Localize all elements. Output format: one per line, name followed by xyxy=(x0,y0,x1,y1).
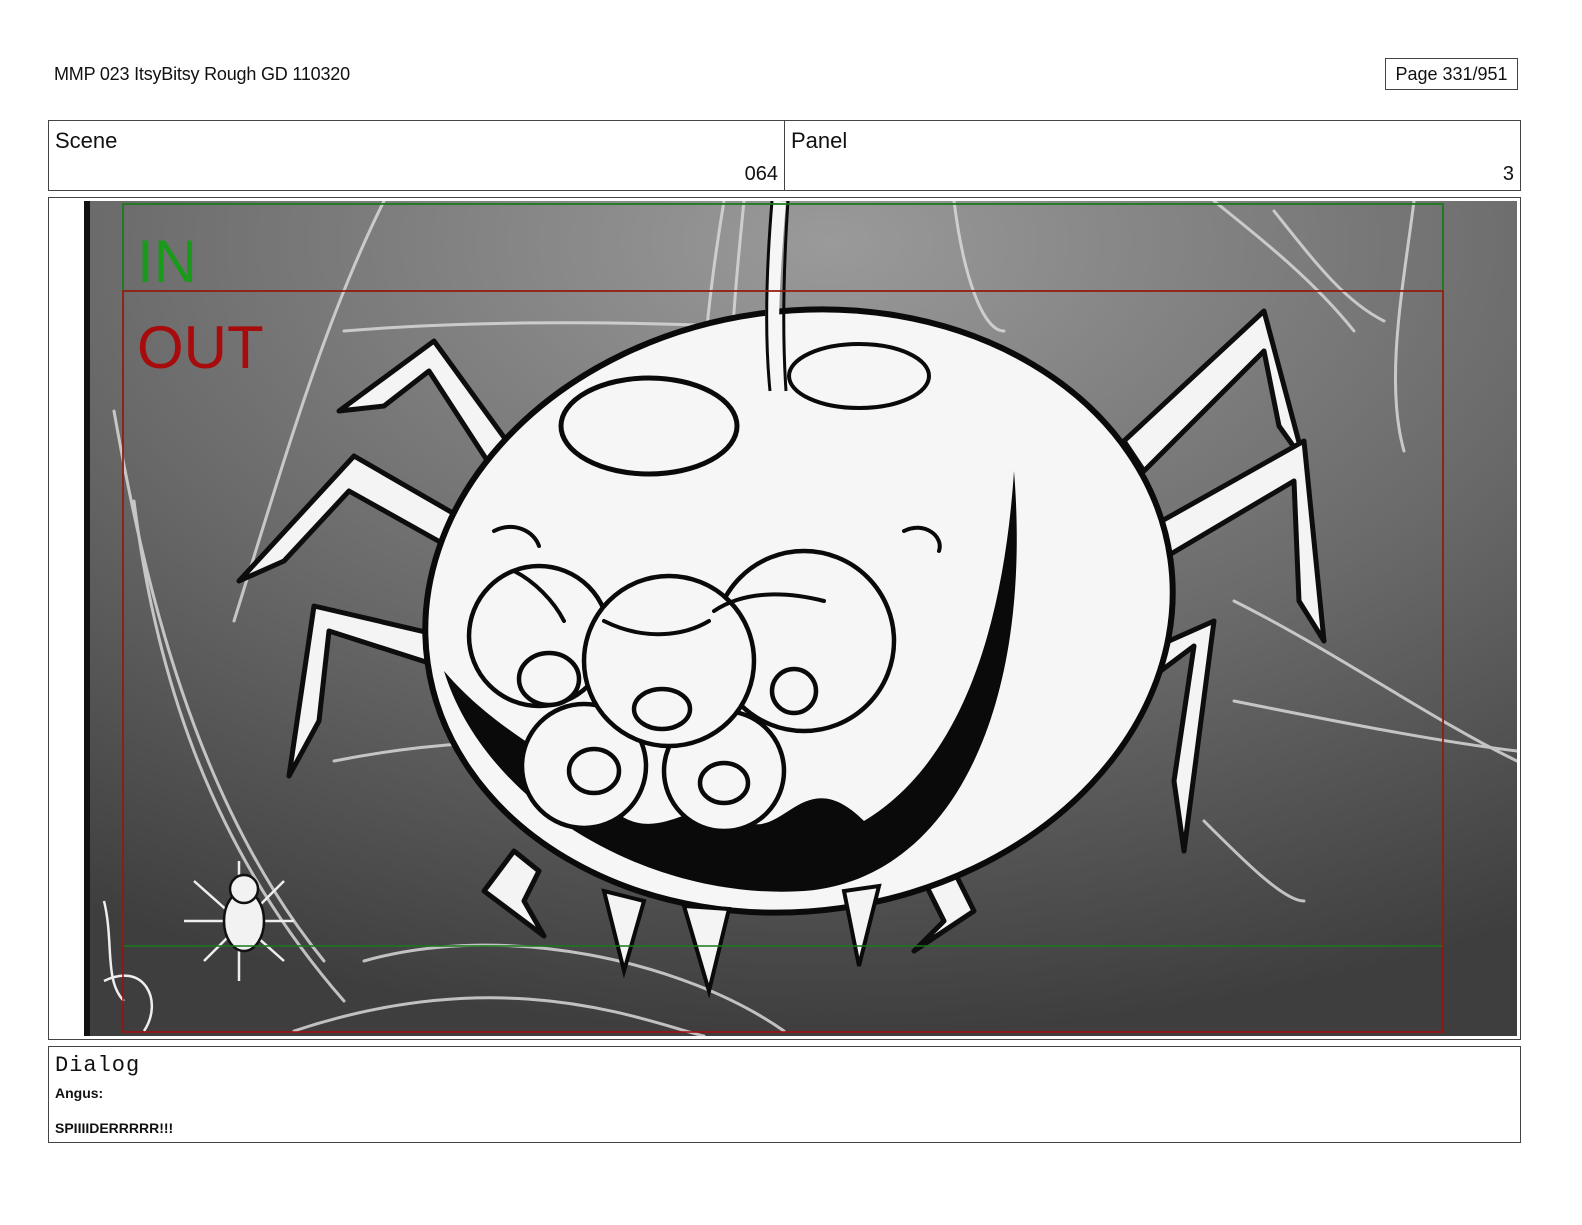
scene-label: Scene xyxy=(55,128,118,153)
storyboard-drawing xyxy=(84,201,1517,1036)
dialog-line: SPIIIIDERRRRR!!! xyxy=(55,1120,174,1136)
scene-box: Scene 064 xyxy=(48,120,785,191)
scene-number: 064 xyxy=(744,163,778,185)
out-safe-label: OUT xyxy=(137,314,264,381)
page-number: Page 331/951 xyxy=(1385,58,1518,90)
dialog-box: Dialog Angus: SPIIIIDERRRRR!!! xyxy=(48,1046,1521,1143)
dialog-speaker: Angus: xyxy=(55,1085,104,1101)
in-safe-label: IN xyxy=(137,228,197,295)
dialog-title: Dialog xyxy=(55,1053,141,1078)
panel-number: 3 xyxy=(1502,163,1514,185)
panel-box: Panel 3 xyxy=(784,120,1521,191)
panel-label: Panel xyxy=(791,128,848,153)
document-title: MMP 023 ItsyBitsy Rough GD 110320 xyxy=(54,64,350,84)
